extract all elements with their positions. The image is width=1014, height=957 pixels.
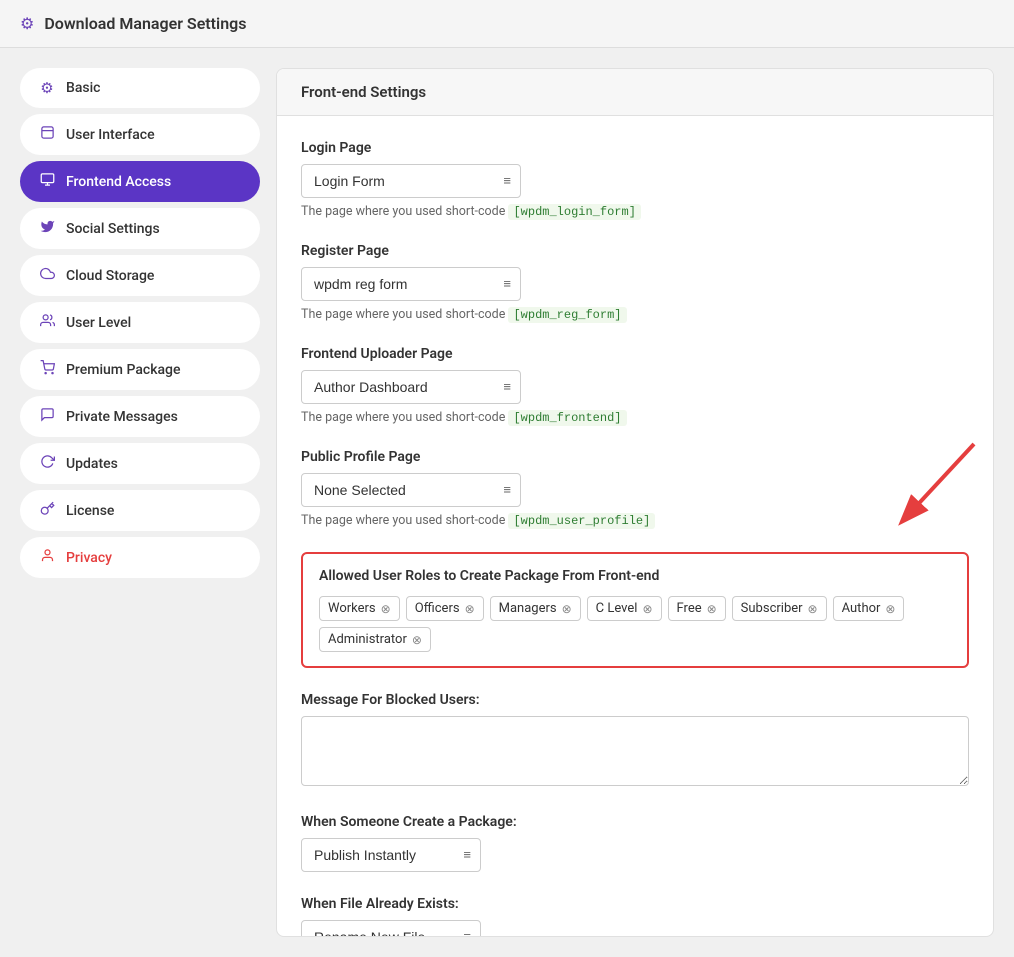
file-exists-row: When File Already Exists: Rename New Fil…	[301, 896, 969, 936]
blocked-users-textarea[interactable]	[301, 716, 969, 786]
remove-managers-button[interactable]: ⊗	[562, 603, 572, 615]
frontend-uploader-select-wrap: Author Dashboard ≡	[301, 370, 521, 404]
public-profile-select[interactable]: None Selected	[301, 473, 521, 507]
top-bar: ⚙ Download Manager Settings	[0, 0, 1014, 48]
remove-subscriber-button[interactable]: ⊗	[808, 603, 818, 615]
frontend-uploader-hint: The page where you used short-code [wpdm…	[301, 410, 969, 425]
sidebar-label-premium-package: Premium Package	[66, 362, 180, 378]
login-page-hint: The page where you used short-code [wpdm…	[301, 204, 969, 219]
section-header: Front-end Settings	[277, 69, 993, 116]
sidebar-item-basic[interactable]: ⚙ Basic	[20, 68, 260, 108]
public-profile-shortcode: [wpdm_user_profile]	[508, 513, 655, 529]
settings-form: Login Page Login Form ≡ The page where y…	[277, 116, 993, 936]
frontend-uploader-select[interactable]: Author Dashboard	[301, 370, 521, 404]
login-page-select-wrap: Login Form ≡	[301, 164, 521, 198]
create-package-row: When Someone Create a Package: Publish I…	[301, 814, 969, 872]
refresh-icon	[38, 454, 56, 473]
gear-icon: ⚙	[38, 79, 56, 97]
role-tag-managers: Managers ⊗	[490, 596, 581, 621]
main-content-panel: Front-end Settings Login Page Login Form…	[276, 68, 994, 937]
sidebar-item-privacy[interactable]: Privacy	[20, 537, 260, 578]
user-icon	[38, 548, 56, 567]
sidebar-label-cloud-storage: Cloud Storage	[66, 268, 154, 284]
role-tag-free: Free ⊗	[668, 596, 726, 621]
key-icon	[38, 501, 56, 520]
gear-icon: ⚙	[20, 14, 34, 33]
login-page-label: Login Page	[301, 140, 969, 156]
sidebar-label-basic: Basic	[66, 80, 100, 96]
public-profile-select-wrap: None Selected ≡	[301, 473, 521, 507]
register-page-select-wrap: wpdm reg form ≡	[301, 267, 521, 301]
remove-free-button[interactable]: ⊗	[707, 603, 717, 615]
section-body: Login Page Login Form ≡ The page where y…	[277, 116, 993, 936]
sidebar-label-updates: Updates	[66, 456, 118, 472]
create-package-select[interactable]: Publish Instantly	[301, 838, 481, 872]
allowed-roles-box: Allowed User Roles to Create Package Fro…	[301, 552, 969, 668]
public-profile-label: Public Profile Page	[301, 449, 969, 465]
frontend-uploader-label: Frontend Uploader Page	[301, 346, 969, 362]
cloud-icon	[38, 266, 56, 285]
sidebar-label-private-messages: Private Messages	[66, 409, 178, 425]
create-package-select-wrap: Publish Instantly ≡	[301, 838, 481, 872]
login-page-select[interactable]: Login Form	[301, 164, 521, 198]
sidebar-item-updates[interactable]: Updates	[20, 443, 260, 484]
monitor-icon	[38, 172, 56, 191]
sidebar-item-premium-package[interactable]: Premium Package	[20, 349, 260, 390]
blocked-users-row: Message For Blocked Users:	[301, 692, 969, 790]
app-layout: ⚙ Basic User Interface Frontend Access S…	[0, 48, 1014, 957]
login-page-shortcode: [wpdm_login_form]	[508, 204, 640, 220]
sidebar-label-license: License	[66, 503, 114, 519]
file-exists-select[interactable]: Rename New File	[301, 920, 481, 936]
page-title: Download Manager Settings	[44, 14, 246, 33]
sidebar: ⚙ Basic User Interface Frontend Access S…	[20, 68, 260, 937]
sidebar-item-social-settings[interactable]: Social Settings	[20, 208, 260, 249]
blocked-users-label: Message For Blocked Users:	[301, 692, 969, 708]
role-tag-officers: Officers ⊗	[406, 596, 484, 621]
role-tag-workers: Workers ⊗	[319, 596, 400, 621]
twitter-icon	[38, 219, 56, 238]
register-page-row: Register Page wpdm reg form ≡ The page w…	[301, 243, 969, 322]
register-page-hint: The page where you used short-code [wpdm…	[301, 307, 969, 322]
sidebar-item-user-interface[interactable]: User Interface	[20, 114, 260, 155]
file-exists-label: When File Already Exists:	[301, 896, 969, 912]
remove-officers-button[interactable]: ⊗	[465, 603, 475, 615]
users-icon	[38, 313, 56, 332]
sidebar-item-frontend-access[interactable]: Frontend Access	[20, 161, 260, 202]
public-profile-hint: The page where you used short-code [wpdm…	[301, 513, 969, 528]
sidebar-item-cloud-storage[interactable]: Cloud Storage	[20, 255, 260, 296]
role-tag-clevel: C Level ⊗	[587, 596, 662, 621]
remove-workers-button[interactable]: ⊗	[381, 603, 391, 615]
file-exists-select-wrap: Rename New File ≡	[301, 920, 481, 936]
cart-icon	[38, 360, 56, 379]
remove-clevel-button[interactable]: ⊗	[642, 603, 652, 615]
role-tag-subscriber: Subscriber ⊗	[732, 596, 827, 621]
login-page-row: Login Page Login Form ≡ The page where y…	[301, 140, 969, 219]
register-page-shortcode: [wpdm_reg_form]	[508, 307, 626, 323]
section-title: Front-end Settings	[301, 83, 426, 101]
sidebar-item-license[interactable]: License	[20, 490, 260, 531]
sidebar-label-user-level: User Level	[66, 315, 131, 331]
sidebar-label-social-settings: Social Settings	[66, 221, 160, 237]
public-profile-row: Public Profile Page None Selected ≡ The …	[301, 449, 969, 528]
sidebar-label-frontend-access: Frontend Access	[66, 174, 171, 190]
sidebar-label-user-interface: User Interface	[66, 127, 155, 143]
remove-author-button[interactable]: ⊗	[885, 603, 895, 615]
ui-icon	[38, 125, 56, 144]
sidebar-item-user-level[interactable]: User Level	[20, 302, 260, 343]
role-tag-author: Author ⊗	[833, 596, 905, 621]
frontend-uploader-row: Frontend Uploader Page Author Dashboard …	[301, 346, 969, 425]
create-package-label: When Someone Create a Package:	[301, 814, 969, 830]
role-tag-administrator: Administrator ⊗	[319, 627, 431, 652]
remove-administrator-button[interactable]: ⊗	[412, 634, 422, 646]
roles-tags-container: Workers ⊗ Officers ⊗ Managers ⊗ C Level …	[319, 596, 951, 652]
register-page-label: Register Page	[301, 243, 969, 259]
register-page-select[interactable]: wpdm reg form	[301, 267, 521, 301]
sidebar-label-privacy: Privacy	[66, 550, 112, 566]
allowed-roles-label: Allowed User Roles to Create Package Fro…	[319, 568, 951, 584]
sidebar-item-private-messages[interactable]: Private Messages	[20, 396, 260, 437]
message-icon	[38, 407, 56, 426]
frontend-uploader-shortcode: [wpdm_frontend]	[508, 410, 626, 426]
